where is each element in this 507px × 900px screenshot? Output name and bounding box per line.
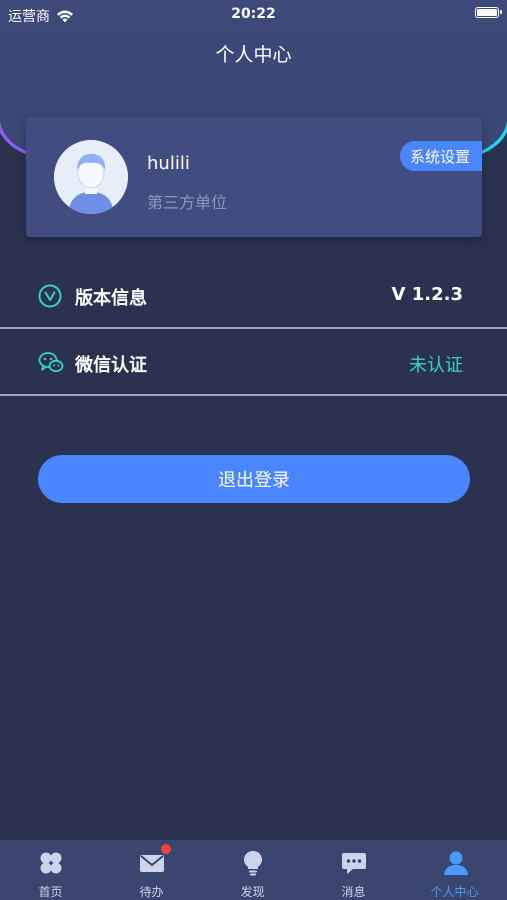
tab-todo-label: 待办 [139,885,164,899]
username: hulili [147,153,190,174]
divider [0,394,507,396]
battery-icon [475,7,502,18]
tab-messages-label: 消息 [341,885,366,899]
organization-label: 第三方单位 [147,193,228,212]
system-settings-button[interactable]: 系统设置 [399,141,482,171]
tab-discover[interactable]: 发现 [202,840,303,900]
home-grid-icon [40,852,61,874]
tab-home[interactable]: 首页 [0,840,101,900]
menu-item-version[interactable]: 版本信息 V 1.2.3 [0,263,507,329]
logout-button[interactable]: 退出登录 [38,455,470,503]
avatar-person-icon [54,140,128,214]
version-value: V 1.2.3 [391,284,463,305]
tab-todo[interactable]: 待办 [101,840,202,900]
user-icon [443,851,468,875]
profile-card: hulili 第三方单位 系统设置 [26,117,482,237]
tab-profile-label: 个人中心 [430,885,479,899]
status-time: 20:22 [231,6,276,22]
notification-badge [161,844,171,854]
tab-messages[interactable]: 消息 [303,840,404,900]
version-label: 版本信息 [75,288,147,309]
mail-icon [139,855,164,872]
version-check-icon [38,284,62,308]
tab-bar: 首页 待办 发现 消息 个人中心 [0,840,507,900]
tab-home-label: 首页 [38,885,63,899]
divider [0,327,507,329]
tab-profile[interactable]: 个人中心 [404,840,507,900]
wechat-auth-status: 未认证 [409,355,463,376]
menu-item-wechat-auth[interactable]: 微信认证 未认证 [0,330,507,396]
tab-discover-label: 发现 [240,885,265,899]
wechat-icon [38,352,64,373]
page-title: 个人中心 [215,44,292,66]
lightbulb-icon [243,851,262,876]
avatar[interactable] [54,140,128,214]
status-bar: 运营商 20:22 [0,0,507,28]
chat-icon [341,853,366,874]
wechat-auth-label: 微信认证 [75,355,147,376]
